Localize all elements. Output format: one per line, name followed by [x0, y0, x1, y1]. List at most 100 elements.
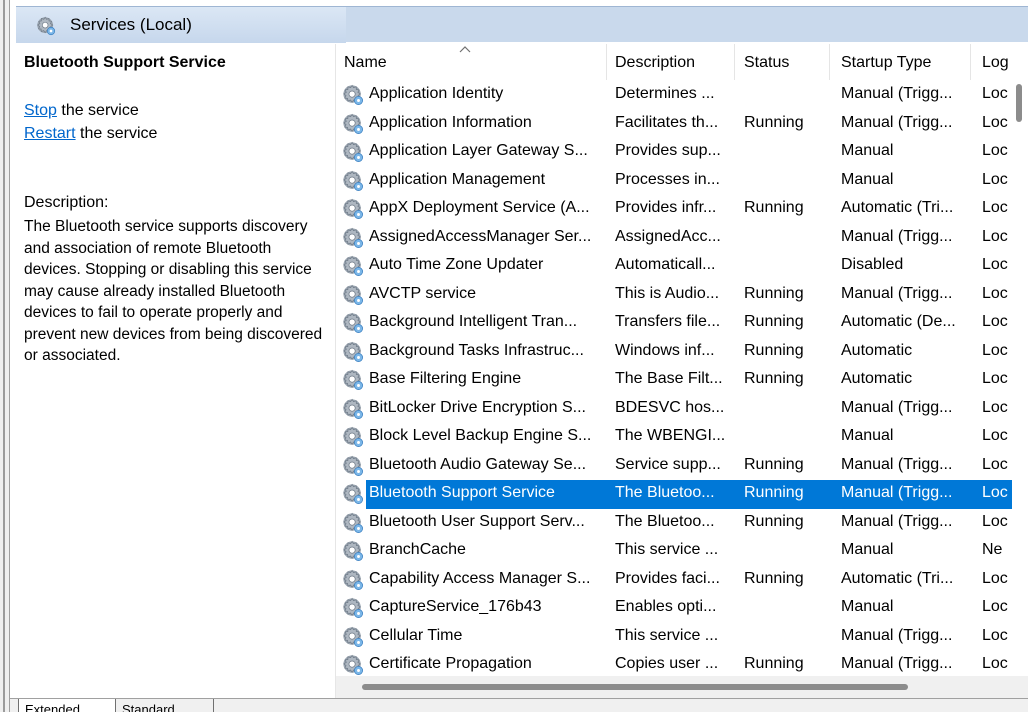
column-header-name[interactable]: Name	[344, 44, 608, 80]
table-row[interactable]: AssignedAccessManager Ser... AssignedAcc.…	[336, 224, 1028, 253]
table-row[interactable]: Cellular Time This service ... Manual (Tri…	[336, 623, 1028, 652]
horizontal-scrollbar[interactable]	[336, 676, 1028, 698]
service-logon-cell: Loc	[982, 142, 1008, 159]
service-startup-cell: Manual	[841, 170, 894, 188]
tab-extended[interactable]: Extended	[18, 699, 116, 712]
service-gear-icon	[342, 198, 364, 220]
table-row[interactable]: Auto Time Zone Updater Automaticall... Dis…	[336, 252, 1028, 281]
service-logon-cell: Loc	[982, 170, 1008, 188]
service-logon-cell: Loc	[982, 455, 1008, 473]
table-row[interactable]: Application Layer Gateway S... Provides s…	[336, 138, 1028, 167]
service-name-cell: Capability Access Manager S...	[369, 569, 591, 587]
service-description-cell: Copies user ...	[615, 655, 719, 672]
service-status-cell: Running	[744, 569, 804, 587]
service-status-cell: Running	[744, 313, 804, 330]
service-logon-cell: Loc	[982, 113, 1008, 131]
restart-service-link[interactable]: Restart	[24, 125, 76, 142]
table-row[interactable]: BranchCache This service ... Manual Ne	[336, 537, 1028, 566]
service-description-cell: Windows inf...	[615, 341, 715, 359]
service-description-cell: This is Audio...	[615, 284, 720, 302]
service-startup-cell: Disabled	[841, 256, 904, 273]
service-gear-icon	[342, 255, 364, 277]
stop-service-link[interactable]: Stop	[24, 102, 57, 119]
table-row[interactable]: AppX Deployment Service (A... Provides in…	[336, 195, 1028, 224]
service-gear-icon	[342, 626, 364, 648]
service-startup-cell: Manual	[841, 541, 894, 558]
service-logon-cell: Loc	[982, 227, 1008, 245]
service-gear-icon	[342, 312, 364, 334]
column-header-status[interactable]: Status	[744, 44, 826, 80]
service-logon-cell: Loc	[982, 655, 1008, 672]
table-row[interactable]: CaptureService_176b43 Enables opti... Manu…	[336, 594, 1028, 623]
column-header-startup-type[interactable]: Startup Type	[841, 44, 969, 80]
table-row[interactable]: Application Information Facilitates th...…	[336, 110, 1028, 139]
services-header: Services (Local)	[16, 6, 1028, 43]
service-startup-cell: Manual (Trigg...	[841, 655, 953, 672]
table-row[interactable]: Block Level Backup Engine S... The WBENGI…	[336, 423, 1028, 452]
service-description-cell: Provides sup...	[615, 142, 721, 159]
service-name-cell: AppX Deployment Service (A...	[369, 199, 590, 216]
service-gear-icon	[342, 369, 364, 391]
service-gear-icon	[342, 512, 364, 534]
table-row[interactable]: BitLocker Drive Encryption S... BDESVC ho…	[336, 395, 1028, 424]
service-logon-cell: Loc	[982, 341, 1008, 359]
service-description: The Bluetooth service supports discovery…	[24, 218, 323, 364]
view-tabs: Extended Standard	[10, 698, 1028, 712]
service-startup-cell: Automatic (De...	[841, 313, 956, 330]
service-startup-cell: Manual (Trigg...	[841, 398, 953, 416]
vertical-scrollbar[interactable]	[1012, 80, 1028, 676]
service-name-cell: Application Information	[369, 113, 532, 131]
column-divider[interactable]	[970, 44, 971, 80]
service-logon-cell: Loc	[982, 370, 1008, 387]
table-row[interactable]: Base Filtering Engine The Base Filt... Run…	[336, 366, 1028, 395]
service-startup-cell: Manual (Trigg...	[841, 284, 953, 302]
service-name-cell: Background Tasks Infrastruc...	[369, 341, 584, 359]
column-header-log-on-as[interactable]: Log	[982, 44, 1010, 80]
sort-ascending-icon	[459, 46, 471, 53]
table-row[interactable]: AVCTP service This is Audio... Running Manu…	[336, 281, 1028, 310]
services-list: Name Description Status Startup Type Log…	[336, 44, 1028, 698]
tab-standard[interactable]: Standard	[116, 699, 214, 712]
column-divider[interactable]	[606, 44, 607, 80]
service-gear-icon	[342, 284, 364, 306]
service-logon-cell: Loc	[982, 398, 1008, 416]
service-status-cell: Running	[744, 484, 804, 501]
service-description-cell: Determines ...	[615, 85, 715, 102]
table-row[interactable]: Bluetooth Audio Gateway Se... Service sup…	[336, 452, 1028, 481]
service-status-cell: Running	[744, 455, 804, 473]
table-row[interactable]: Capability Access Manager S... Provides f…	[336, 566, 1028, 595]
service-description-cell: Enables opti...	[615, 598, 717, 615]
service-name-cell: CaptureService_176b43	[369, 598, 542, 615]
service-logon-cell: Loc	[982, 284, 1008, 302]
service-startup-cell: Manual (Trigg...	[841, 512, 953, 530]
column-divider[interactable]	[829, 44, 830, 80]
table-row[interactable]: Bluetooth User Support Serv... The Blueto…	[336, 509, 1028, 538]
horizontal-scroll-thumb[interactable]	[362, 684, 908, 690]
service-name-cell: Certificate Propagation	[369, 655, 532, 672]
service-name-cell: Bluetooth Support Service	[369, 484, 555, 501]
service-description-cell: Provides faci...	[615, 569, 720, 587]
service-gear-icon	[342, 654, 364, 676]
service-description-cell: BDESVC hos...	[615, 398, 725, 416]
service-gear-icon	[342, 170, 364, 192]
service-logon-cell: Loc	[982, 484, 1008, 501]
service-name-cell: Auto Time Zone Updater	[369, 256, 544, 273]
table-row[interactable]: Application Management Processes in... Man…	[336, 167, 1028, 196]
service-logon-cell: Loc	[982, 598, 1008, 615]
service-name-cell: BitLocker Drive Encryption S...	[369, 398, 586, 416]
table-row-selected[interactable]: Bluetooth Support Service The Bluetoo... R…	[336, 480, 1028, 509]
column-header-description[interactable]: Description	[615, 44, 733, 80]
service-description-cell: The WBENGI...	[615, 427, 726, 444]
window-frame-left	[0, 0, 10, 712]
table-row[interactable]: Background Intelligent Tran... Transfers …	[336, 309, 1028, 338]
gear-icon	[36, 16, 56, 36]
column-divider[interactable]	[734, 44, 735, 80]
stop-action-line: Stop the service	[24, 102, 139, 120]
table-row[interactable]: Application Identity Determines ... Manual…	[336, 81, 1028, 110]
service-name-cell: AssignedAccessManager Ser...	[369, 227, 592, 245]
service-status-cell: Running	[744, 199, 804, 216]
vertical-scroll-thumb[interactable]	[1016, 84, 1022, 122]
service-description-cell: The Base Filt...	[615, 370, 723, 387]
service-name-cell: AVCTP service	[369, 284, 476, 302]
table-row[interactable]: Background Tasks Infrastruc... Windows in…	[336, 338, 1028, 367]
